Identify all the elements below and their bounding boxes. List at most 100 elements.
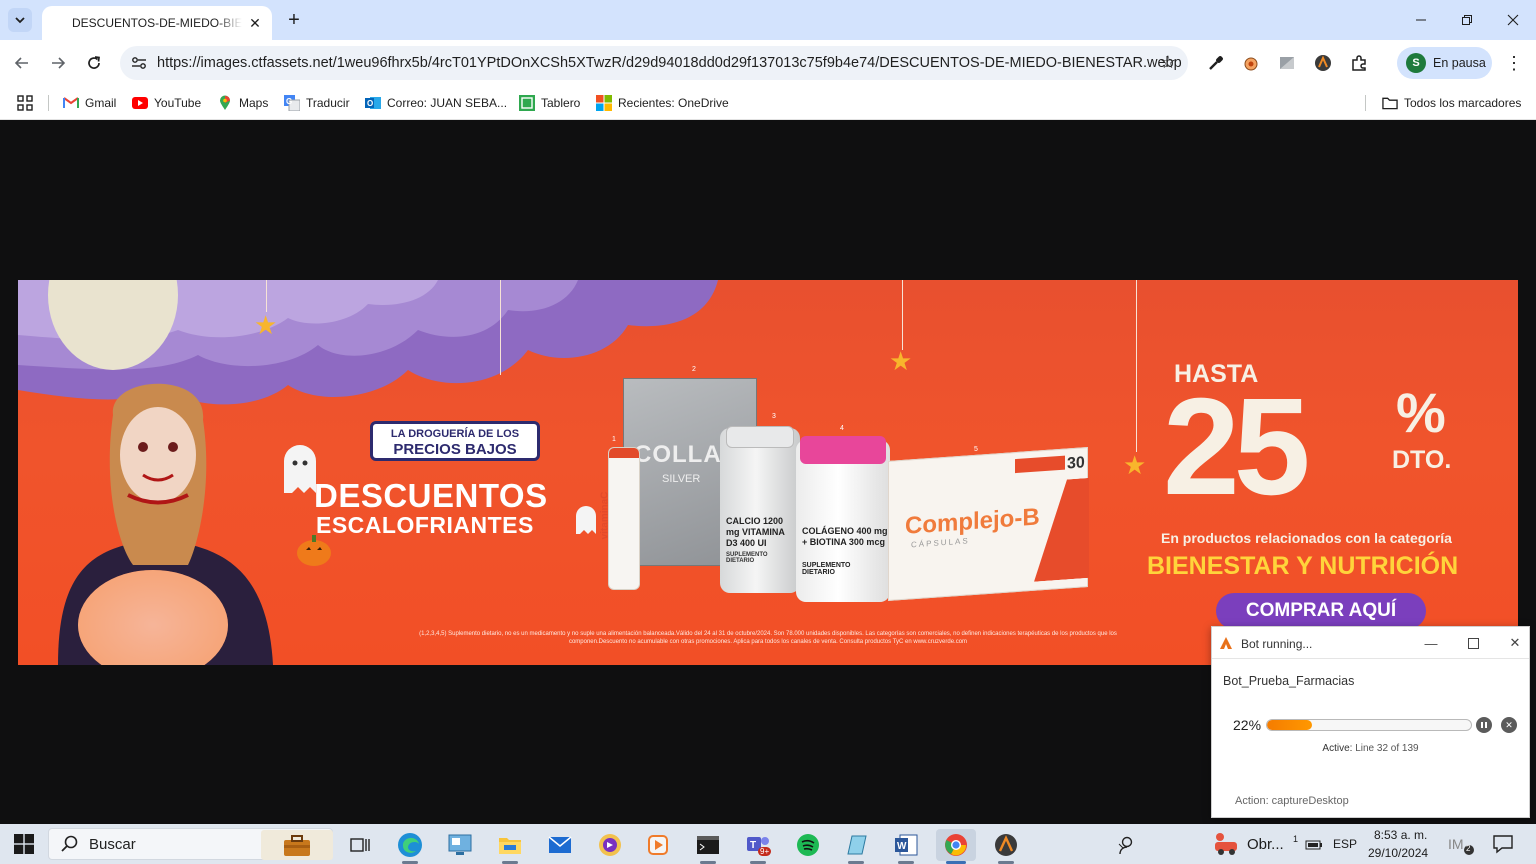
language-indicator[interactable]: ESP [1333,837,1357,851]
bookmarks-bar: Gmail YouTube Maps G Traducir O Correo: … [0,86,1536,120]
search-highlight-briefcase-icon [261,830,333,860]
bot-running-window: Bot running... — ✕ Bot_Prueba_Farmacias … [1211,626,1530,818]
bookmark-onedrive[interactable]: Recientes: OneDrive [596,93,729,113]
bot-logo-icon [1220,637,1232,649]
automation-app-icon[interactable] [986,829,1026,864]
progress-bar [1266,719,1472,731]
svg-text:T: T [750,840,756,851]
windows-start-icon[interactable] [14,834,34,854]
browser-tab[interactable]: DESCUENTOS-DE-MIEDO-BIENESTAR.webp ✕ [42,6,272,40]
minimize-icon[interactable]: — [1420,633,1442,653]
all-bookmarks-button[interactable]: Todos los marcadores [1382,93,1521,113]
site-settings-icon[interactable] [128,52,150,74]
battery-icon[interactable] [1305,838,1323,856]
tab-search-button[interactable] [8,8,32,32]
teams-icon[interactable]: T 9+ [738,829,778,864]
product-sub: SUPLEMENTO DIETARIO [802,562,851,576]
bookmark-correo[interactable]: O Correo: JUAN SEBA... [365,93,507,113]
browser-toolbar: https://images.ctfassets.net/1weu96fhrx5… [0,40,1536,86]
file-explorer-icon[interactable] [490,829,530,864]
notes-icon[interactable] [836,829,876,864]
product-complejo-b-box: Complejo-B CÁPSULAS 30 [888,447,1088,601]
bookmark-maps[interactable]: Maps [217,93,268,113]
gray-extension-icon[interactable] [1276,52,1298,74]
outlook-icon: O [365,95,381,111]
product-sub: SILVER [662,473,701,485]
forward-arrow-icon[interactable] [44,49,72,77]
search-placeholder: Buscar [89,836,136,853]
bookmark-traducir[interactable]: G Traducir [284,93,350,113]
chrome-icon[interactable] [936,829,976,864]
bookmark-tablero[interactable]: Tablero [519,93,580,113]
new-tab-button[interactable]: + [282,8,306,32]
product-number: 2 [692,366,696,373]
media-player-icon[interactable] [638,829,678,861]
product-number: 4 [840,425,844,432]
clock-date[interactable]: 29/10/2024 [1368,846,1428,860]
control-panel-icon[interactable] [440,829,480,861]
reload-icon[interactable] [80,49,108,77]
people-search-icon[interactable] [1106,829,1146,861]
bookmark-label: YouTube [154,96,202,110]
svg-text:W: W [897,841,907,852]
taskbar-search-box[interactable]: Buscar [48,828,333,860]
bookmark-label: Tablero [541,96,581,110]
edge-icon[interactable] [390,829,430,864]
address-bar[interactable]: https://images.ctfassets.net/1weu96fhrx5… [120,46,1188,80]
discount-number: 25 [1163,370,1310,524]
pause-icon[interactable] [1476,717,1492,733]
tray-app-label[interactable]: Obr... [1247,836,1284,853]
notification-center-icon[interactable] [1492,834,1514,859]
bookmark-label: Recientes: OneDrive [618,96,729,110]
close-window-icon[interactable] [1490,0,1536,40]
bookmark-youtube[interactable]: YouTube [132,93,201,113]
orange-extension-icon[interactable] [1240,52,1262,74]
star-icon: ★ [254,310,278,340]
teams-badge: 9+ [758,847,772,856]
brand-badge: LA DROGUERÍA DE LOS PRECIOS BAJOS [370,421,540,461]
bookmark-label: Correo: JUAN SEBA... [387,96,508,110]
close-tab-icon[interactable]: ✕ [246,14,264,32]
maximize-icon[interactable] [1462,633,1484,653]
puzzle-extensions-icon[interactable] [1348,52,1370,74]
task-view-icon[interactable] [340,829,380,861]
power-automate-icon[interactable] [590,829,630,861]
close-icon[interactable]: ✕ [1504,633,1526,653]
bot-active-status: Active: Line 32 of 139 [1212,743,1529,754]
more-menu-icon[interactable]: ⋮ [1504,51,1524,75]
apps-grid-icon[interactable] [17,93,33,113]
word-icon[interactable]: W [886,829,926,864]
stop-icon[interactable]: ✕ [1501,717,1517,733]
back-arrow-icon[interactable] [8,49,36,77]
automation-extension-icon[interactable] [1312,52,1334,74]
url-text[interactable]: https://images.ctfassets.net/1weu96fhrx5… [157,55,1182,71]
product-label: COLÁGENO 400 mg + BIOTINA 300 mcg [802,526,888,547]
profile-button[interactable]: S En pausa [1397,47,1492,79]
avatar: S [1406,53,1426,73]
eyedropper-extension-icon[interactable] [1205,52,1227,74]
product-label: vitaminaC [599,491,611,540]
minimize-window-icon[interactable] [1398,0,1444,40]
promo-banner-image: ★ ★ ★ LA DROGUERÍA DE LOS PRECIOS BAJOS … [18,280,1518,665]
legal-disclaimer: (1,2,3,4,5) Suplemento dietario, no es u… [419,631,1117,645]
bot-window-titlebar[interactable]: Bot running... — ✕ [1212,627,1529,659]
terminal-icon[interactable] [688,829,728,864]
bookmark-label: Maps [239,96,269,110]
restore-window-icon[interactable] [1444,0,1490,40]
car-weather-icon[interactable] [1212,832,1242,856]
bookmark-star-icon[interactable]: ☆ [1160,52,1176,73]
mail-icon[interactable] [540,829,580,861]
clock-time[interactable]: 8:53 a. m. [1374,828,1427,842]
headline-descuentos: DESCUENTOS [314,477,548,514]
bot-window-title: Bot running... [1241,637,1313,651]
profile-status-label: En pausa [1433,56,1486,70]
microsoft-icon [596,95,612,111]
hanging-string [902,280,903,350]
chat-notification-icon[interactable]: IM 2 [1448,833,1474,860]
bot-action-text: Action: captureDesktop [1235,795,1349,807]
product-vitamin-c-tube: vitaminaC [599,447,640,590]
product-sub: SUPLEMENTO DIETARIO [726,552,768,564]
spotify-icon[interactable] [788,829,828,861]
search-icon [61,835,78,857]
bookmark-gmail[interactable]: Gmail [63,93,116,113]
